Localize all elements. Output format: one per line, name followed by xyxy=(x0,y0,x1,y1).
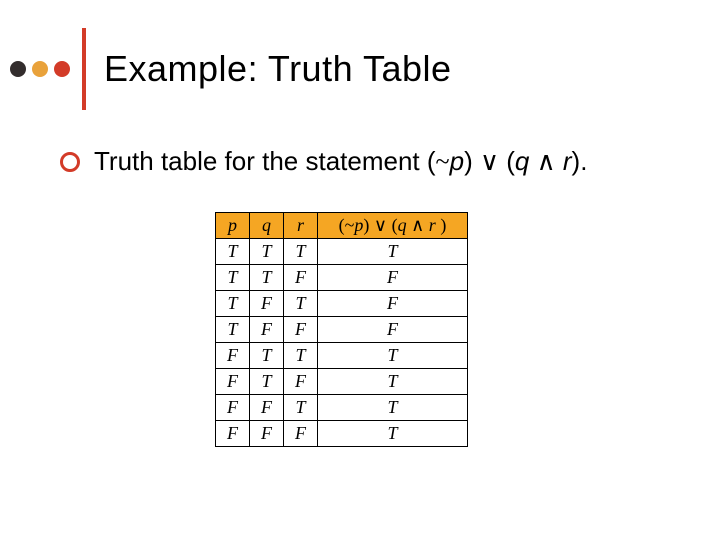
decor-dots xyxy=(10,61,70,77)
cell: T xyxy=(250,265,284,291)
cell: T xyxy=(318,395,468,421)
table-row: T F T F xyxy=(216,291,468,317)
cell: F xyxy=(284,421,318,447)
dot-icon xyxy=(54,61,70,77)
table-row: F F T T xyxy=(216,395,468,421)
cell: F xyxy=(250,317,284,343)
cell: T xyxy=(318,369,468,395)
text: ( xyxy=(387,215,398,235)
cell: F xyxy=(216,421,250,447)
table-header-row: p q r (~p) ∨ (q ∧ r ) xyxy=(216,213,468,239)
cell: T xyxy=(284,291,318,317)
or-symbol: ∨ xyxy=(480,147,499,176)
body-text: Truth table for the statement (~p) ∨ (q … xyxy=(94,145,587,179)
col-header-expr: (~p) ∨ (q ∧ r ) xyxy=(318,213,468,239)
cell: F xyxy=(284,317,318,343)
var-q: q xyxy=(515,146,529,176)
text: ) xyxy=(363,215,374,235)
cell: T xyxy=(284,395,318,421)
table-row: T T F F xyxy=(216,265,468,291)
var-r: r xyxy=(429,215,441,235)
text: ) xyxy=(440,215,446,235)
cell: T xyxy=(250,343,284,369)
cell: F xyxy=(318,265,468,291)
cell: T xyxy=(216,291,250,317)
text: ) xyxy=(464,146,480,176)
table-row: T F F F xyxy=(216,317,468,343)
text: Truth table for the statement ( xyxy=(94,146,436,176)
cell: F xyxy=(284,369,318,395)
vertical-divider xyxy=(82,28,86,110)
cell: T xyxy=(216,265,250,291)
cell: F xyxy=(250,395,284,421)
neg-symbol: ~ xyxy=(345,215,355,235)
cell: F xyxy=(250,421,284,447)
dot-icon xyxy=(10,61,26,77)
col-header-q: q xyxy=(250,213,284,239)
cell: T xyxy=(318,343,468,369)
or-symbol: ∨ xyxy=(374,215,387,235)
cell: F xyxy=(216,369,250,395)
cell: F xyxy=(216,343,250,369)
cell: T xyxy=(250,369,284,395)
cell: T xyxy=(318,421,468,447)
text: ( xyxy=(499,146,515,176)
var-r: r xyxy=(563,146,572,176)
slide-header: Example: Truth Table xyxy=(10,28,452,110)
body-line: Truth table for the statement (~p) ∨ (q … xyxy=(60,145,587,179)
table-row: F F F T xyxy=(216,421,468,447)
and-symbol: ∧ xyxy=(411,215,424,235)
table-row: T T T T xyxy=(216,239,468,265)
col-header-r: r xyxy=(284,213,318,239)
cell: T xyxy=(318,239,468,265)
and-symbol: ∧ xyxy=(537,147,556,176)
cell: F xyxy=(318,317,468,343)
bullet-icon xyxy=(60,152,80,172)
slide-title: Example: Truth Table xyxy=(104,48,452,90)
cell: T xyxy=(284,343,318,369)
cell: F xyxy=(250,291,284,317)
cell: T xyxy=(216,239,250,265)
cell: F xyxy=(216,395,250,421)
var-q: q xyxy=(398,215,407,235)
text xyxy=(529,146,536,176)
text xyxy=(556,146,563,176)
text: ). xyxy=(572,146,588,176)
table-row: F T T T xyxy=(216,343,468,369)
cell: T xyxy=(250,239,284,265)
table-row: F T F T xyxy=(216,369,468,395)
truth-table: p q r (~p) ∨ (q ∧ r ) T T T T T T F F T … xyxy=(215,212,468,447)
neg-symbol: ~ xyxy=(436,147,450,176)
cell: T xyxy=(284,239,318,265)
col-header-p: p xyxy=(216,213,250,239)
cell: F xyxy=(318,291,468,317)
cell: F xyxy=(284,265,318,291)
dot-icon xyxy=(32,61,48,77)
cell: T xyxy=(216,317,250,343)
var-p: p xyxy=(450,146,464,176)
